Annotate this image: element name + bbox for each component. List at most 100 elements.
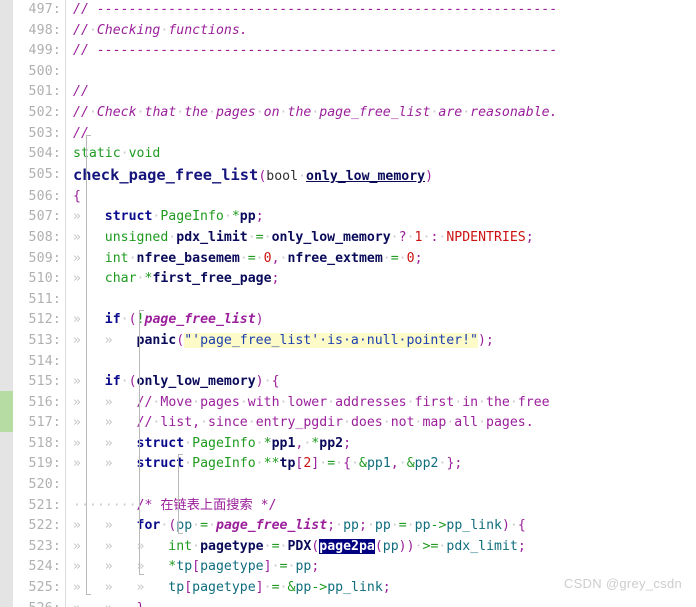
code-text[interactable]: // — [73, 82, 696, 103]
space-glyph: · — [343, 415, 351, 431]
space-glyph: · — [239, 250, 248, 266]
space-glyph: · — [406, 394, 415, 410]
code-line[interactable]: 523 » » » int·pagetype·=·PDX(page2pa(pp)… — [13, 536, 696, 558]
code-line[interactable]: 512 » if·(!page_free_list) — [13, 310, 696, 331]
code-line[interactable]: 510 » char·*first_free_page; — [13, 269, 696, 290]
code-line[interactable]: 500 — [13, 61, 696, 83]
code-text[interactable]: » » } — [73, 599, 696, 607]
variable-reference: pp — [295, 580, 312, 596]
variable-reference: pp — [295, 559, 312, 575]
line-number: 514 — [13, 352, 65, 373]
code-line[interactable]: 506 { — [13, 186, 696, 208]
code-line[interactable]: 505 check_page_free_list(bool·only_low_m… — [13, 164, 696, 188]
tab-glyph: » — [104, 332, 137, 348]
code-line[interactable]: 507 » struct·PageInfo·*pp; — [13, 207, 696, 228]
keyword-void: void — [128, 146, 161, 162]
semicolon: ; — [414, 250, 423, 266]
code-lines-container[interactable]: 497 // ---------------------------------… — [13, 0, 696, 607]
code-line[interactable]: 498 //·Checking·functions. — [13, 20, 696, 42]
code-text[interactable]: » » panic("'page_free_list'·is·a·null·po… — [73, 331, 696, 352]
space-glyph: · — [239, 394, 248, 410]
tab-glyph: » — [73, 332, 105, 348]
code-line[interactable]: 520 — [13, 475, 696, 496]
code-text[interactable]: » int·nfree_basemem·=·0,·nfree_extmem·=·… — [73, 249, 696, 270]
code-text[interactable]: ········/* 在链表上面搜索 */ — [73, 496, 696, 517]
tab-glyph: » — [105, 601, 137, 607]
code-line[interactable]: 504 static·void — [13, 144, 696, 165]
code-text[interactable]: » » //·list,·since·entry_pgdir·does·not·… — [73, 413, 696, 434]
code-text[interactable]: » char·*first_free_page; — [73, 269, 696, 290]
line-number: 497 — [13, 0, 65, 21]
type-name: PageInfo — [192, 456, 256, 472]
code-text[interactable]: » » struct·PageInfo·**tp[2]·=·{·&pp1,·&p… — [73, 454, 696, 475]
tab-glyph: » — [136, 580, 169, 596]
semicolon: ; — [454, 456, 463, 472]
code-text[interactable]: » struct·PageInfo·*pp; — [73, 207, 696, 228]
code-line[interactable]: 509 » int·nfree_basemem·=·0,·nfree_extme… — [13, 248, 696, 270]
tab-glyph: » — [73, 312, 105, 328]
code-line[interactable]: 513 » » panic("'page_free_list'·is·a·nul… — [13, 330, 696, 352]
code-line[interactable]: 515 » if·(only_low_memory)·{ — [13, 372, 696, 393]
code-text[interactable]: » unsigned·pdx_limit·=·only_low_memory·?… — [73, 228, 696, 249]
space-glyph: · — [509, 394, 518, 410]
code-line[interactable]: 508 » unsigned·pdx_limit·=·only_low_memo… — [13, 227, 696, 249]
space-glyph: · — [184, 435, 193, 451]
space-glyph: · — [136, 104, 145, 120]
code-text[interactable]: // — [73, 124, 696, 145]
member-name: pp_link — [327, 580, 383, 596]
code-text[interactable]: static·void — [73, 144, 696, 165]
code-line[interactable]: 502 //·Check·that·the·pages·on·the·page_… — [13, 102, 696, 124]
space-glyph: · — [382, 415, 391, 431]
tab-glyph: » — [104, 394, 137, 410]
space-glyph: · — [382, 250, 391, 266]
code-line[interactable]: 499 // ---------------------------------… — [13, 41, 696, 62]
bracket-open: [ — [192, 559, 201, 575]
selected-text[interactable]: page2pa — [319, 538, 375, 554]
code-line[interactable]: 518 » » struct·PageInfo·*pp1,·*pp2; — [13, 433, 696, 455]
code-text[interactable]: » » //·Move·pages·with·lower·addresses·f… — [73, 393, 696, 414]
code-line[interactable]: 516 » » //·Move·pages·with·lower·address… — [13, 392, 696, 414]
line-number: 516 — [13, 393, 65, 414]
space-glyph: · — [366, 518, 375, 534]
code-line[interactable]: 521 ········/* 在链表上面搜索 */ — [13, 495, 696, 517]
code-line[interactable]: 519 » » struct·PageInfo·**tp[2]·=·{·&pp1… — [13, 454, 696, 476]
gutter-separator — [65, 289, 66, 311]
space-glyph: · — [247, 415, 256, 431]
not-operator: ! — [136, 312, 145, 328]
gutter-separator — [65, 598, 66, 607]
number-literal: 0 — [263, 250, 272, 266]
scope-guide-for-top — [178, 454, 183, 455]
code-text[interactable]: » if·(only_low_memory)·{ — [73, 372, 696, 393]
code-line[interactable]: 501 // — [13, 82, 696, 103]
type-name: PageInfo — [192, 435, 256, 451]
code-line[interactable]: 497 // ---------------------------------… — [13, 0, 696, 21]
code-line[interactable]: 514 — [13, 351, 696, 373]
global-variable: page_free_list — [144, 312, 256, 328]
code-text[interactable]: { — [73, 187, 696, 208]
code-text[interactable]: // -------------------------------------… — [73, 41, 696, 62]
line-number: 523 — [13, 537, 65, 558]
code-text[interactable]: » if·(!page_free_list) — [73, 310, 696, 331]
space-glyph: · — [335, 518, 344, 534]
code-text[interactable]: » » » int·pagetype·=·PDX(page2pa(pp))·>=… — [73, 537, 696, 558]
code-line[interactable]: 522 » » for·(pp·=·page_free_list;·pp;·pp… — [13, 516, 696, 537]
code-text[interactable]: check_page_free_list(bool·only_low_memor… — [73, 165, 696, 188]
comment-token: // -------------------------------------… — [73, 43, 558, 59]
line-number: 526 — [13, 599, 65, 607]
code-line[interactable]: 503 // — [13, 123, 696, 145]
tab-glyph: » — [104, 435, 137, 451]
variable-name: nfree_basemem — [136, 250, 240, 266]
gutter-separator — [65, 269, 66, 290]
code-text[interactable]: //·Check·that·the·pages·on·the·page_free… — [73, 103, 696, 124]
code-text[interactable]: » » for·(pp·=·page_free_list;·pp;·pp·=·p… — [73, 516, 696, 537]
comment-token: are — [438, 104, 463, 120]
space-glyph: · — [263, 580, 272, 596]
keyword-if: if — [104, 374, 121, 390]
code-text[interactable]: » » struct·PageInfo·*pp1,·*pp2; — [73, 434, 696, 455]
comment-token: free — [517, 394, 550, 410]
code-text[interactable]: //·Checking·functions. — [73, 21, 696, 42]
code-line[interactable]: 511 — [13, 289, 696, 311]
code-text[interactable]: // -------------------------------------… — [73, 0, 696, 21]
code-line[interactable]: 526 » » } — [13, 598, 696, 607]
code-line[interactable]: 517 » » //·list,·since·entry_pgdir·does·… — [13, 413, 696, 434]
